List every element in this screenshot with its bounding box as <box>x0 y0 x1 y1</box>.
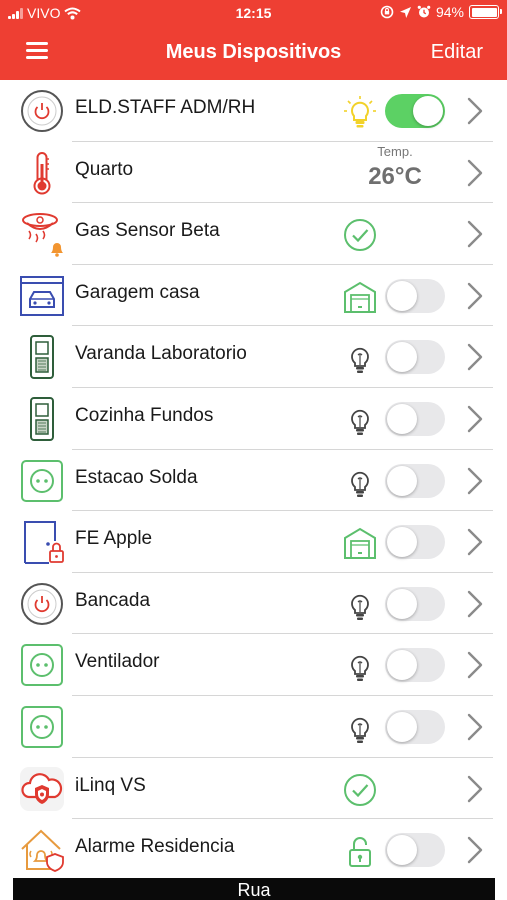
gas-sensor-icon <box>19 211 65 257</box>
power-toggle[interactable] <box>385 525 445 560</box>
chevron-right-icon[interactable] <box>464 466 486 496</box>
wall-switch-icon <box>19 396 65 442</box>
chevron-right-icon[interactable] <box>464 342 486 372</box>
door-lock-icon <box>19 519 65 565</box>
device-name: Alarme Residencia <box>75 836 235 858</box>
status-bar: VIVO 12:15 94% <box>0 0 507 26</box>
power-toggle[interactable] <box>385 709 445 744</box>
power-toggle[interactable] <box>385 463 445 498</box>
toggle-knob <box>387 711 417 742</box>
bulb-off-icon <box>343 588 377 622</box>
outlet-icon <box>19 704 65 750</box>
chevron-right-icon[interactable] <box>464 219 486 249</box>
location-footer[interactable]: Rua <box>13 878 495 900</box>
toggle-knob <box>387 527 417 558</box>
power-button-icon <box>19 88 65 134</box>
bulb-on-icon <box>343 95 377 129</box>
battery-icon <box>469 5 502 19</box>
toggle-knob <box>387 403 417 434</box>
power-button-icon <box>19 581 65 627</box>
device-name: Estacao Solda <box>75 466 198 488</box>
device-row[interactable] <box>0 696 507 758</box>
device-row[interactable]: ELD.STAFF ADM/RH <box>0 80 507 142</box>
toggle-knob <box>387 280 417 311</box>
chevron-right-icon[interactable] <box>464 281 486 311</box>
check-circle-icon <box>343 773 377 807</box>
garage-door-icon <box>343 526 377 560</box>
chevron-right-icon[interactable] <box>464 835 486 865</box>
power-toggle[interactable] <box>385 278 445 313</box>
cloud-shield-icon <box>19 766 65 812</box>
chevron-right-icon[interactable] <box>464 96 486 126</box>
chevron-right-icon[interactable] <box>464 774 486 804</box>
toggle-knob <box>387 465 417 496</box>
power-toggle[interactable] <box>385 833 445 868</box>
device-row[interactable]: FE Apple <box>0 511 507 573</box>
device-list: ELD.STAFF ADM/RH Quarto Temp. 26°C Gas Senso… <box>0 80 507 881</box>
device-row[interactable]: Cozinha Fundos <box>0 388 507 450</box>
device-name: Gas Sensor Beta <box>75 220 220 242</box>
device-name: Varanda Laboratorio <box>75 343 247 365</box>
power-toggle[interactable] <box>385 401 445 436</box>
chevron-right-icon[interactable] <box>464 527 486 557</box>
device-name: Cozinha Fundos <box>75 404 214 426</box>
unlock-icon <box>343 834 377 868</box>
device-row[interactable]: Ventilador <box>0 634 507 696</box>
temperature-label: Temp. <box>377 143 413 159</box>
thermometer-icon <box>19 150 65 196</box>
app-header: VIVO 12:15 94% Meus Dispositivos Editar <box>0 0 507 80</box>
toggle-knob <box>387 342 417 373</box>
device-row[interactable]: Garagem casa <box>0 265 507 327</box>
power-toggle[interactable] <box>385 586 445 621</box>
chevron-right-icon[interactable] <box>464 712 486 742</box>
device-name: ELD.STAFF ADM/RH <box>75 97 256 118</box>
location-arrow-icon <box>399 6 411 18</box>
check-circle-icon <box>343 218 377 252</box>
bulb-off-icon <box>343 341 377 375</box>
device-name: Bancada <box>75 589 151 611</box>
garage-door-icon <box>343 280 377 314</box>
status-right: 94% <box>380 4 502 20</box>
device-name: Quarto <box>75 158 134 180</box>
device-row[interactable]: Quarto Temp. 26°C <box>0 142 507 204</box>
power-toggle[interactable] <box>385 648 445 683</box>
device-row[interactable]: Varanda Laboratorio <box>0 326 507 388</box>
device-name: Garagem casa <box>75 281 200 303</box>
device-name: FE Apple <box>75 528 153 550</box>
toggle-knob <box>387 835 417 866</box>
outlet-icon <box>19 642 65 688</box>
bulb-off-icon <box>343 403 377 437</box>
chevron-right-icon[interactable] <box>464 650 486 680</box>
garage-car-icon <box>19 273 65 319</box>
wall-switch-icon <box>19 334 65 380</box>
device-name: Ventilador <box>75 651 160 673</box>
rotation-lock-icon <box>380 5 394 19</box>
power-toggle[interactable] <box>385 94 445 128</box>
device-row[interactable]: iLinq VS <box>0 758 507 820</box>
device-row[interactable]: Bancada <box>0 573 507 635</box>
battery-percent: 94% <box>435 4 464 20</box>
toggle-knob <box>387 588 417 619</box>
device-row[interactable]: Estacao Solda <box>0 450 507 512</box>
chevron-right-icon[interactable] <box>464 158 486 188</box>
toggle-knob <box>413 96 443 126</box>
device-row[interactable]: Alarme Residencia <box>0 819 507 881</box>
edit-button[interactable]: Editar <box>431 41 483 64</box>
toggle-knob <box>387 650 417 681</box>
device-row[interactable]: Gas Sensor Beta <box>0 203 507 265</box>
power-toggle[interactable] <box>385 340 445 375</box>
chevron-right-icon[interactable] <box>464 589 486 619</box>
bulb-off-icon <box>343 465 377 499</box>
alarm-clock-icon <box>417 5 431 18</box>
chevron-right-icon[interactable] <box>464 404 486 434</box>
bulb-off-icon <box>343 711 377 745</box>
house-alarm-icon <box>19 827 65 873</box>
bulb-off-icon <box>343 649 377 683</box>
temperature-value: 26°C <box>368 162 422 190</box>
outlet-icon <box>19 458 65 504</box>
device-name: iLinq VS <box>75 774 146 796</box>
